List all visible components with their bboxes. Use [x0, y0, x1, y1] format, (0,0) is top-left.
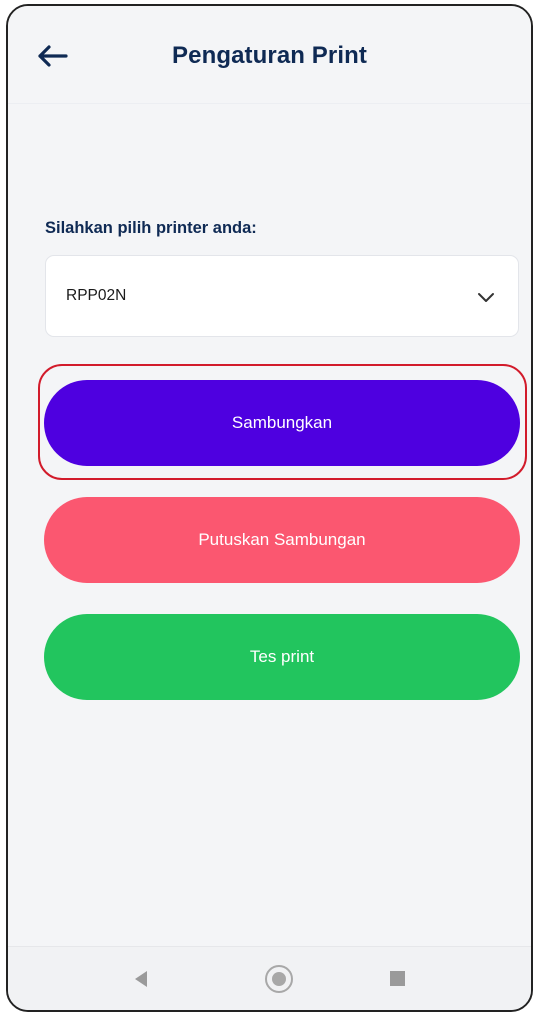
circle-home-icon[interactable] — [265, 965, 293, 993]
phone-frame: Pengaturan Print Silahkan pilih printer … — [6, 4, 533, 1012]
triangle-back-icon[interactable] — [135, 971, 147, 987]
connect-button[interactable]: Sambungkan — [44, 380, 520, 466]
chevron-down-icon — [478, 293, 494, 302]
system-nav-bar — [8, 946, 531, 1010]
printer-select[interactable]: RPP02N — [45, 255, 519, 337]
printer-select-label: Silahkan pilih printer anda: — [45, 219, 257, 237]
test-print-button[interactable]: Tes print — [44, 614, 520, 700]
page-title: Pengaturan Print — [172, 42, 367, 69]
app-header: Pengaturan Print — [8, 6, 531, 104]
square-recent-icon[interactable] — [390, 971, 405, 986]
disconnect-button[interactable]: Putuskan Sambungan — [44, 497, 520, 583]
printer-select-value: RPP02N — [66, 287, 127, 304]
